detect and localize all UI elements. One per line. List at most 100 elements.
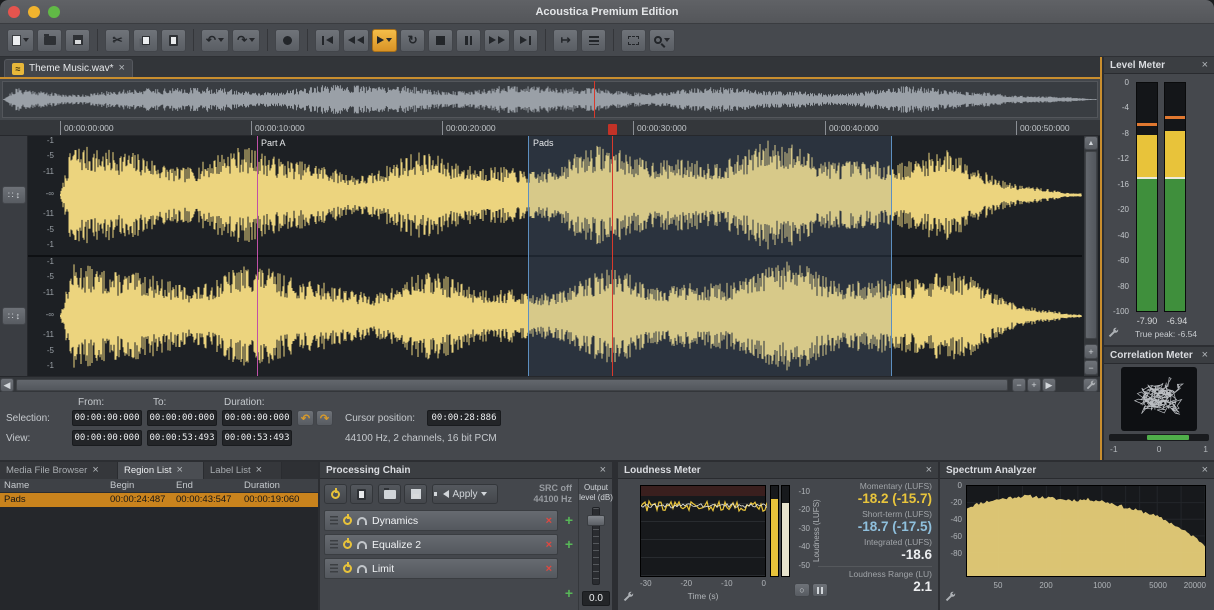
tab-label-list[interactable]: Label List× [204, 462, 282, 479]
close-panel-icon[interactable]: × [926, 465, 932, 476]
close-tab-icon[interactable]: × [92, 465, 98, 476]
stop-button[interactable] [428, 29, 453, 52]
headphones-icon[interactable] [357, 541, 367, 549]
timeline-ruler[interactable]: 00:00:00:000 00:00:10:000 00:00:20:000 0… [0, 120, 1100, 136]
chain-save-button[interactable] [404, 484, 427, 504]
vertical-zoom-in-button[interactable]: + [1084, 344, 1098, 359]
cut-button[interactable]: ✂ [105, 29, 130, 52]
undo-button[interactable]: ↶ [201, 29, 229, 52]
open-file-button[interactable] [37, 29, 62, 52]
close-tab-icon[interactable]: × [177, 465, 183, 476]
cursor-position-field[interactable]: 00:00:28:886 [427, 410, 501, 426]
selection-to-field[interactable]: 00:00:00:000 [147, 410, 217, 426]
spectrum-settings-icon[interactable] [945, 591, 956, 602]
view-duration-field[interactable]: 00:00:53:493 [222, 430, 292, 446]
remove-effect-icon[interactable]: × [546, 515, 552, 527]
tab-region-list[interactable]: Region List× [118, 462, 204, 479]
horizontal-scrollbar[interactable]: ◀ − + ▶ [0, 376, 1100, 392]
pause-button[interactable] [456, 29, 481, 52]
power-icon[interactable] [343, 540, 352, 549]
fast-forward-button[interactable] [484, 29, 510, 52]
playhead-marker-handle[interactable] [608, 124, 617, 135]
column-header-begin[interactable]: Begin [110, 480, 134, 491]
power-icon[interactable] [343, 564, 352, 573]
paste-button[interactable] [161, 29, 186, 52]
level-meter-settings-icon[interactable] [1108, 327, 1119, 338]
column-header-duration[interactable]: Duration [244, 480, 280, 491]
close-tab-icon[interactable]: × [256, 465, 262, 476]
go-to-start-button[interactable] [315, 29, 340, 52]
overview-waveform[interactable] [2, 81, 1098, 118]
horizontal-zoom-out-button[interactable]: − [1012, 378, 1026, 392]
region-list-row[interactable]: Pads 00:00:24:487 00:00:43:547 00:00:19:… [0, 493, 318, 507]
view-to-field[interactable]: 00:00:53:493 [147, 430, 217, 446]
close-panel-icon[interactable]: × [1202, 350, 1208, 361]
document-tab[interactable]: ≈ Theme Music.wav* × [4, 59, 133, 77]
selection-undo-button[interactable]: ↶ [297, 410, 314, 426]
column-header-end[interactable]: End [176, 480, 193, 491]
chain-copy-button[interactable] [350, 484, 373, 504]
horizontal-zoom-in-button[interactable]: + [1027, 378, 1041, 392]
zoom-tool-button[interactable] [649, 29, 675, 52]
close-panel-icon[interactable]: × [1202, 60, 1208, 71]
channel1-controls[interactable]: ∷↕ [2, 186, 26, 204]
output-level-value[interactable]: 0.0 [582, 591, 610, 606]
chain-enable-button[interactable] [324, 484, 347, 504]
loop-button[interactable]: ↻ [400, 29, 425, 52]
drag-handle-icon[interactable] [330, 564, 338, 573]
add-effect-icon[interactable]: + [562, 536, 576, 552]
go-to-end-button[interactable] [513, 29, 538, 52]
view-from-field[interactable]: 00:00:00:000 [72, 430, 142, 446]
marker-line-part-a[interactable] [257, 136, 258, 376]
add-effect-icon[interactable]: + [562, 512, 576, 528]
wave-region[interactable]: -1 -5 -11 -∞ -11 -5 -1 -1 -5 -11 -∞ -11 … [28, 136, 1082, 376]
redo-button[interactable]: ↷ [232, 29, 260, 52]
selection-from-field[interactable]: 00:00:00:000 [72, 410, 142, 426]
drag-handle-icon[interactable] [330, 516, 338, 525]
loudness-reset-button[interactable]: ○ [794, 583, 810, 597]
view-settings-button[interactable] [1083, 378, 1098, 392]
save-button[interactable] [65, 29, 90, 52]
channel2-controls[interactable]: ∷↕ [2, 307, 26, 325]
scroll-left-button[interactable]: ◀ [0, 378, 14, 392]
new-file-button[interactable] [7, 29, 34, 52]
column-header-name[interactable]: Name [4, 480, 29, 491]
waveform-area[interactable]: ∷↕ ∷↕ -1 -5 -11 -∞ -11 -5 -1 [0, 136, 1100, 376]
chain-item-dynamics[interactable]: Dynamics × [324, 510, 558, 531]
overview-strip[interactable] [0, 79, 1100, 120]
loudness-settings-icon[interactable] [623, 591, 634, 602]
rewind-button[interactable] [343, 29, 369, 52]
selection-duration-field[interactable]: 00:00:00:000 [222, 410, 292, 426]
vertical-scroll-thumb[interactable] [1085, 151, 1097, 339]
add-effect-icon[interactable]: + [562, 585, 576, 601]
scroll-right-button[interactable]: ▶ [1042, 378, 1056, 392]
correlation-meter-content: -1 0 1 [1104, 364, 1214, 460]
headphones-icon[interactable] [357, 517, 367, 525]
playlist-button[interactable] [581, 29, 606, 52]
vertical-scrollbar[interactable]: ▲ + − [1084, 136, 1098, 376]
drag-handle-icon[interactable] [330, 540, 338, 549]
headphones-icon[interactable] [357, 565, 367, 573]
chain-open-button[interactable] [378, 484, 401, 504]
close-panel-icon[interactable]: × [1202, 465, 1208, 476]
chain-item-equalize[interactable]: Equalize 2 × [324, 534, 558, 555]
tab-media-file-browser[interactable]: Media File Browser× [0, 462, 118, 479]
horizontal-scroll-thumb[interactable] [16, 379, 1008, 391]
chain-item-limit[interactable]: Limit × [324, 558, 558, 579]
output-level-slider-thumb[interactable] [587, 515, 605, 526]
selection-redo-button[interactable]: ↷ [316, 410, 333, 426]
close-panel-icon[interactable]: × [600, 465, 606, 476]
record-button[interactable] [275, 29, 300, 52]
scrub-button[interactable]: ↦ [553, 29, 578, 52]
copy-button[interactable] [133, 29, 158, 52]
close-tab-icon[interactable]: × [118, 63, 124, 74]
scroll-up-button[interactable]: ▲ [1084, 136, 1098, 150]
play-button[interactable] [372, 29, 397, 52]
vertical-zoom-out-button[interactable]: − [1084, 360, 1098, 375]
remove-effect-icon[interactable]: × [546, 539, 552, 551]
power-icon[interactable] [343, 516, 352, 525]
selection-region[interactable]: Pads [528, 136, 892, 376]
selection-tool-button[interactable] [621, 29, 646, 52]
remove-effect-icon[interactable]: × [546, 563, 552, 575]
apply-button[interactable]: Apply [432, 484, 498, 504]
